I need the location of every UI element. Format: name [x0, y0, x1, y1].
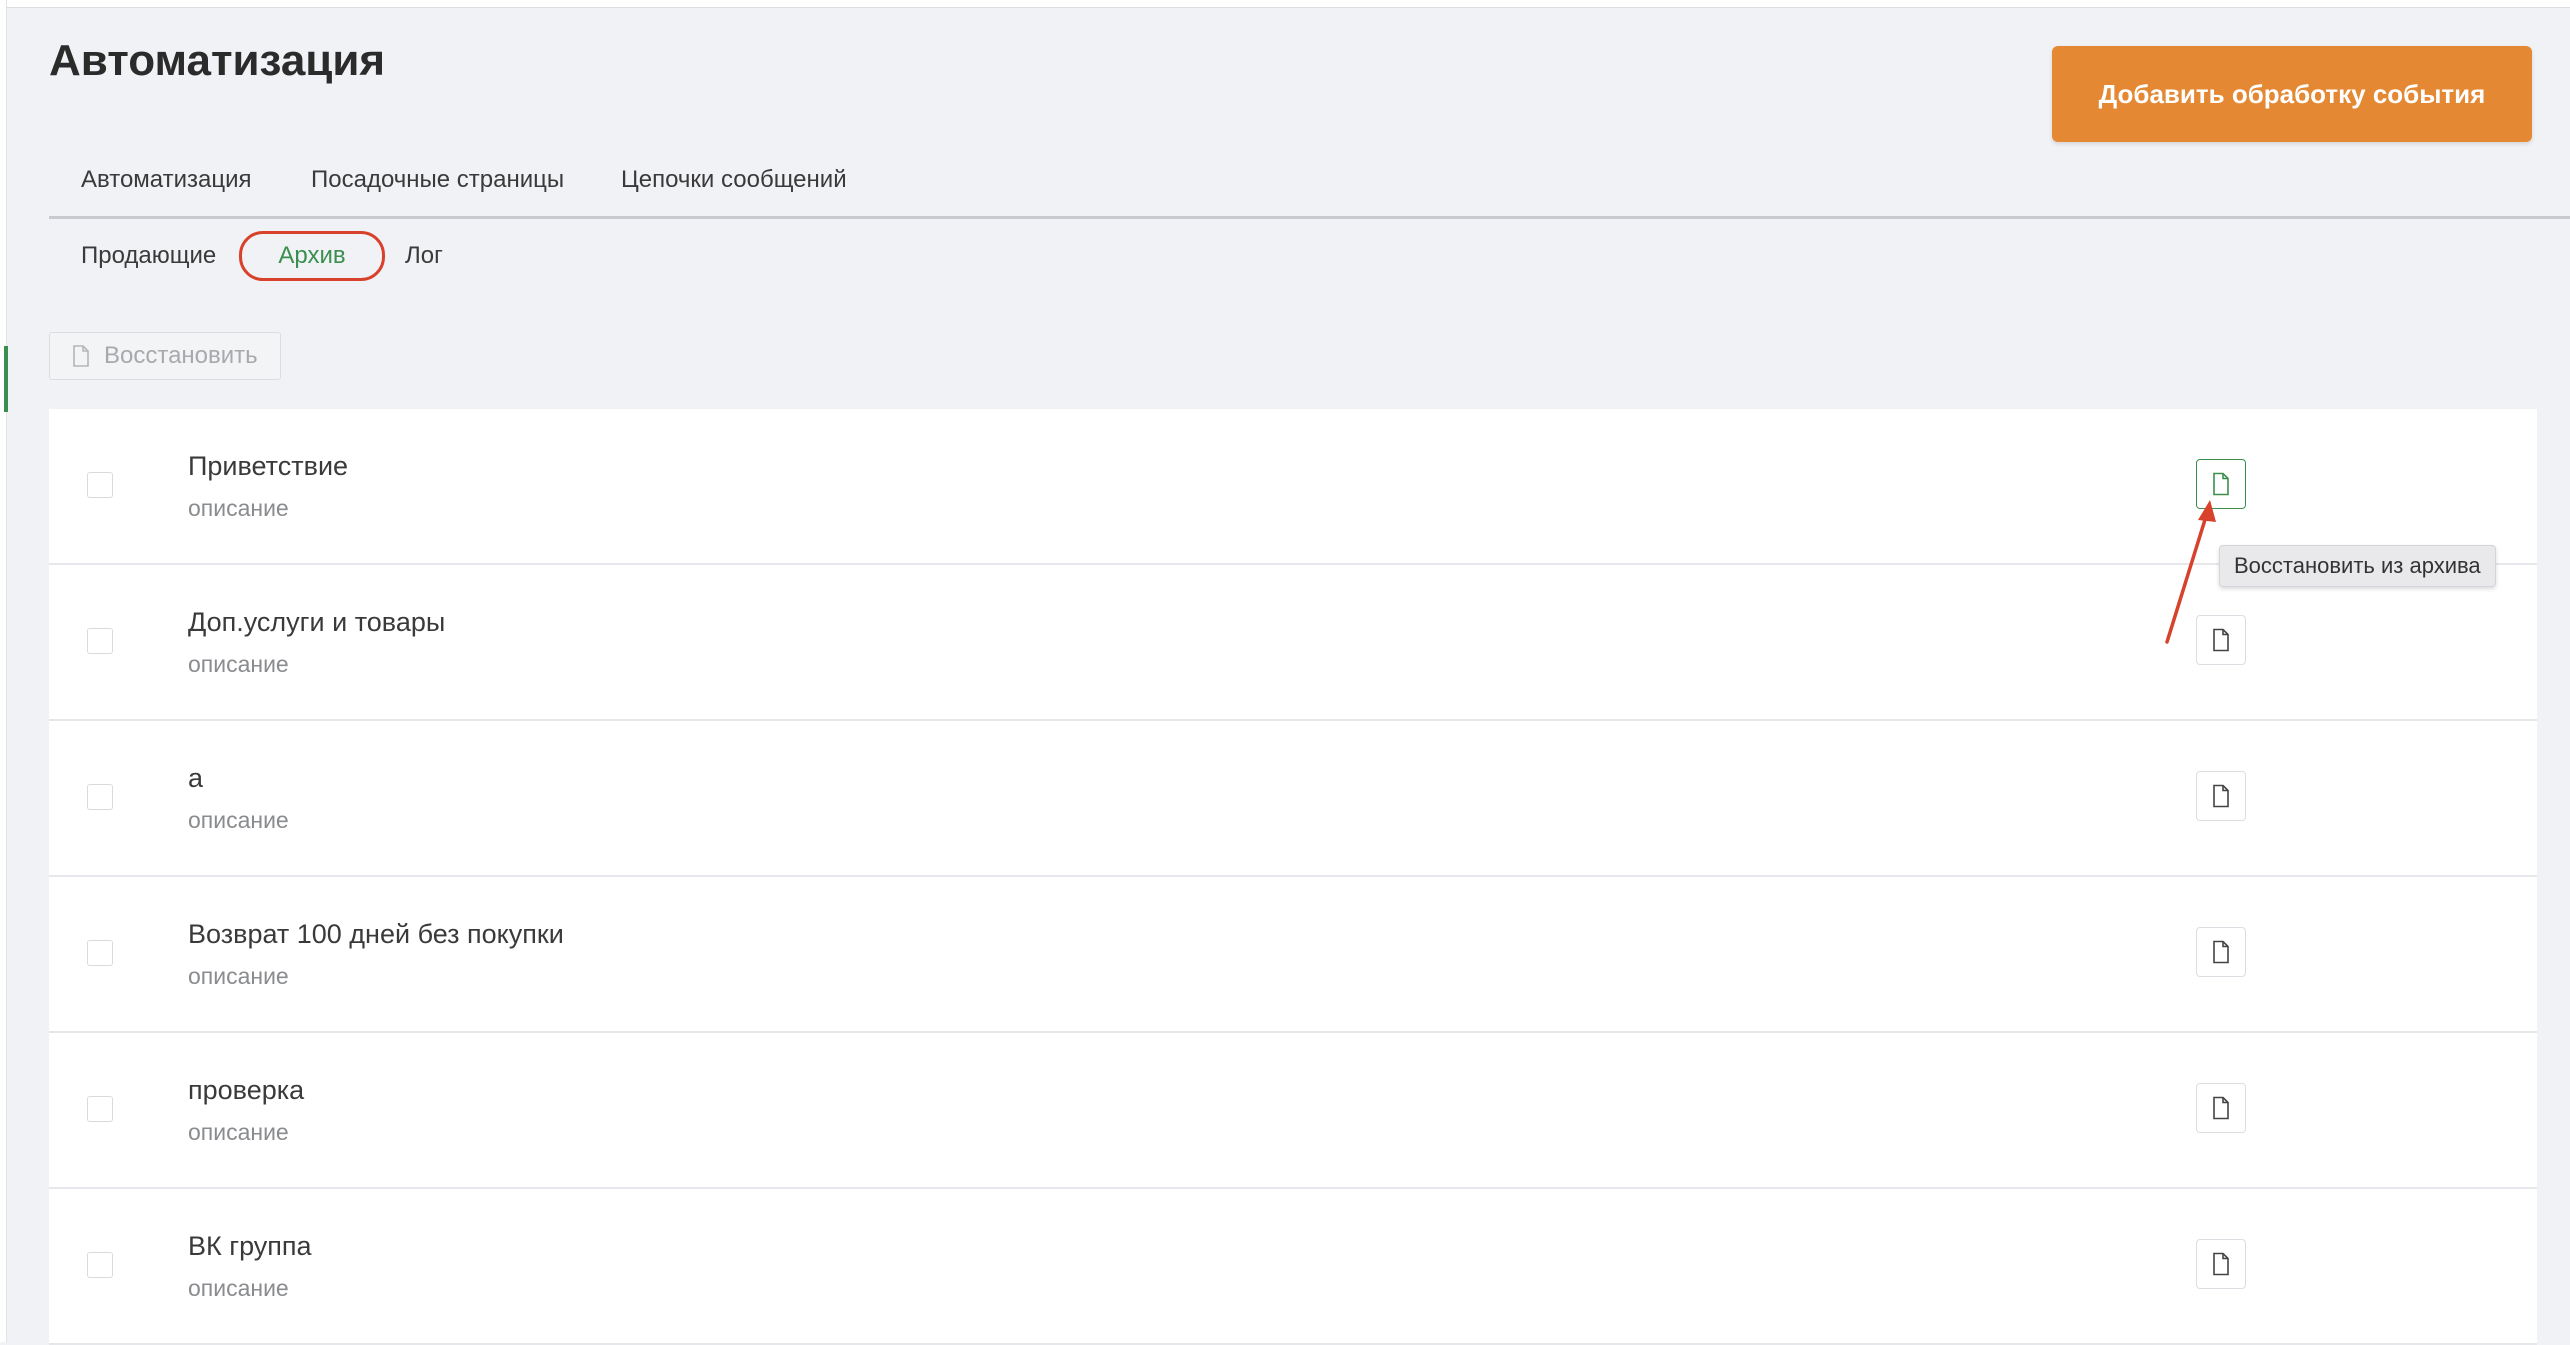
subtab-archive[interactable]: Архив [239, 231, 385, 281]
left-active-marker [4, 346, 8, 412]
row-description: описание [188, 495, 289, 521]
file-icon [73, 345, 89, 367]
page-title: Автоматизация [49, 36, 386, 85]
restore-from-archive-button[interactable] [2196, 927, 2246, 977]
add-event-handler-button[interactable]: Добавить обработку события [2052, 46, 2532, 142]
annotation-arrow [2165, 500, 2216, 644]
row-description: описание [188, 963, 289, 989]
subtab-log[interactable]: Лог [405, 242, 443, 270]
restore-tooltip: Восстановить из архива [2219, 545, 2496, 587]
file-icon [2213, 784, 2229, 808]
row-description: описание [188, 1275, 289, 1301]
restore-button-label: Восстановить [104, 342, 258, 369]
restore-button[interactable]: Восстановить [49, 332, 281, 380]
restore-from-archive-button[interactable] [2196, 1083, 2246, 1133]
subtab-selling[interactable]: Продающие [81, 242, 216, 270]
row-checkbox[interactable] [87, 472, 113, 498]
row-title: Возврат 100 дней без покупки [188, 919, 564, 949]
row-checkbox[interactable] [87, 940, 113, 966]
restore-from-archive-button[interactable] [2196, 1239, 2246, 1289]
row-description: описание [188, 807, 289, 833]
row-title: ВК группа [188, 1231, 312, 1261]
row-description: описание [188, 651, 289, 677]
top-border [0, 0, 2570, 8]
row-checkbox[interactable] [87, 784, 113, 810]
list-item: Возврат 100 дней без покупки описание [49, 877, 2537, 1033]
row-title: а [188, 763, 204, 793]
row-title: Доп.услуги и товары [188, 607, 446, 637]
sub-tabs: Продающие Архив Лог [49, 228, 649, 284]
file-icon [2213, 1096, 2229, 1120]
row-checkbox[interactable] [87, 1096, 113, 1122]
main-tabs: Автоматизация Посадочные страницы Цепочк… [49, 146, 2570, 219]
list-item: а описание [49, 721, 2537, 877]
list-item: ВК группа описание [49, 1189, 2537, 1345]
file-icon [2213, 1252, 2229, 1276]
tab-automation[interactable]: Автоматизация [81, 166, 252, 194]
file-icon [2213, 940, 2229, 964]
row-description: описание [188, 1119, 289, 1145]
list-item: проверка описание [49, 1033, 2537, 1189]
row-checkbox[interactable] [87, 628, 113, 654]
tab-landing-pages[interactable]: Посадочные страницы [311, 166, 564, 194]
row-checkbox[interactable] [87, 1252, 113, 1278]
row-title: Приветствие [188, 451, 349, 481]
left-sidebar-edge [0, 0, 7, 1342]
restore-from-archive-button[interactable] [2196, 771, 2246, 821]
row-title: проверка [188, 1075, 305, 1105]
tab-message-chains[interactable]: Цепочки сообщений [621, 166, 847, 194]
